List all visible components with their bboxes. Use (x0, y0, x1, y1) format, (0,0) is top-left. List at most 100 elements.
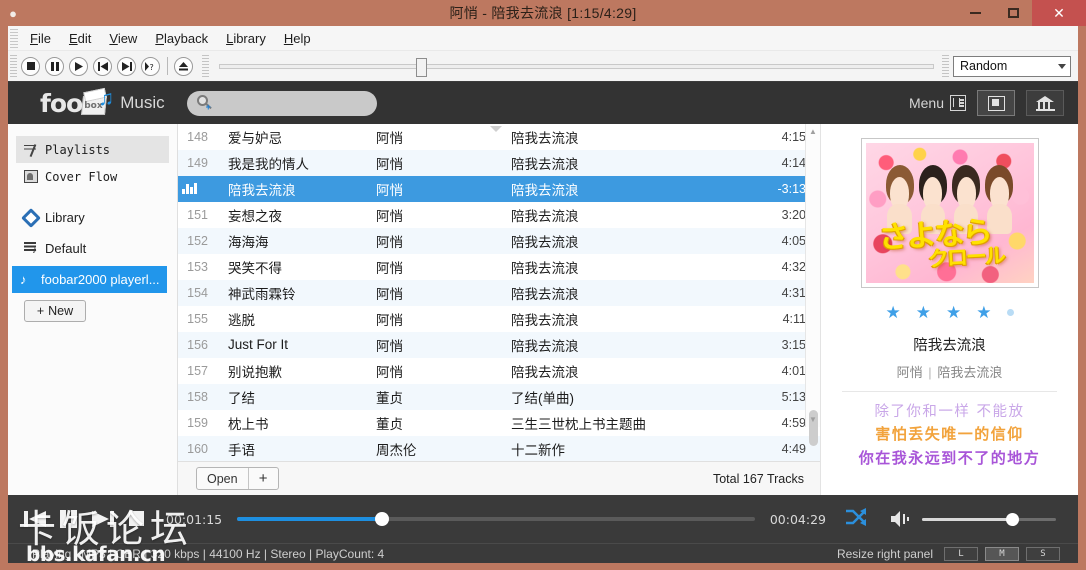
volume-button[interactable] (890, 510, 912, 528)
order-grip[interactable] (942, 55, 949, 77)
row-title: 妄想之夜 (228, 208, 282, 224)
table-row[interactable]: 156 Just For It 阿悄 陪我去流浪 3:15 (178, 332, 820, 358)
play-icon (74, 61, 83, 71)
previous-button[interactable] (93, 56, 112, 76)
volume-slider[interactable] (922, 512, 1056, 526)
menu-item-help[interactable]: Help (275, 28, 320, 49)
close-button[interactable]: ✕ (1032, 0, 1086, 26)
menu-item-library[interactable]: Library (217, 28, 275, 49)
menu-bar: File Edit View Playback Library Help (8, 26, 1078, 51)
table-row[interactable]: 160 手语 周杰伦 十二新作 4:49 (178, 436, 820, 461)
shuffle-icon (846, 507, 866, 526)
menu-icon[interactable] (950, 95, 966, 111)
star-filled-icon[interactable]: ★ (946, 304, 961, 321)
sidebar-item-playlists[interactable]: Playlists (16, 136, 169, 163)
album-art-title-text: さよなら クロール (878, 209, 1022, 272)
sidebar-item-cover-flow[interactable]: Cover Flow (16, 163, 169, 190)
add-files-button[interactable]: + (247, 468, 278, 489)
table-row[interactable]: 154 神武雨霖铃 阿悄 陪我去流浪 4:31 (178, 280, 820, 306)
next-button[interactable] (117, 56, 136, 76)
toolbar-grip[interactable] (10, 55, 17, 77)
table-row[interactable]: 149 我是我的情人 阿悄 陪我去流浪 4:14 (178, 150, 820, 176)
previous-button[interactable] (22, 507, 48, 531)
playlist-rows[interactable]: 148 爱与妒忌 阿悄 陪我去流浪 4:15 149 我是我的情人 阿悄 陪我去… (178, 124, 820, 461)
stop-button[interactable] (21, 56, 40, 76)
volume-fill (922, 517, 1012, 521)
seekbar-grip[interactable] (202, 55, 209, 77)
rating-stars[interactable]: ★ ★ ★ ★ (886, 304, 1014, 321)
maximize-button[interactable] (994, 0, 1032, 26)
stop-button[interactable] (126, 508, 146, 530)
row-album: 陪我去流浪 (511, 208, 579, 224)
minimize-button[interactable] (956, 0, 994, 26)
sidebar-item-label: Cover Flow (45, 169, 118, 184)
row-title: 手语 (228, 442, 255, 458)
resize-large-button[interactable]: L (944, 546, 978, 561)
table-row[interactable]: 151 妄想之夜 阿悄 陪我去流浪 3:20 (178, 202, 820, 228)
resize-small-button[interactable]: S (1026, 546, 1060, 561)
progress-bar[interactable] (237, 512, 755, 526)
play-button[interactable] (69, 56, 88, 76)
album-art-frame[interactable]: さよなら クロール (860, 138, 1039, 288)
music-note-icon: ♪ (20, 272, 27, 287)
search-input[interactable] (205, 96, 377, 110)
row-artist: 周杰伦 (376, 442, 417, 458)
search-box[interactable]: + (186, 90, 377, 116)
logo-music-text: Music (120, 93, 165, 112)
resize-panel-controls: Resize right panel L M S (837, 546, 1060, 561)
scroll-down-icon[interactable]: ▼ (806, 412, 820, 427)
seek-bar[interactable] (219, 57, 934, 77)
new-playlist-button[interactable]: + New (24, 300, 86, 322)
menu-item-edit[interactable]: Edit (60, 28, 100, 49)
music-note-icon: ♫ (98, 87, 114, 110)
playlist-scrollbar[interactable]: ▲ ▼ (805, 124, 820, 446)
pause-button[interactable] (58, 507, 80, 531)
sidebar-item-library[interactable]: Library (16, 204, 169, 231)
table-row-playing[interactable]: 陪我去流浪 阿悄 陪我去流浪 -3:13 (178, 176, 820, 202)
menu-label[interactable]: Menu (909, 95, 944, 111)
eject-button[interactable] (174, 56, 193, 76)
shuffle-button[interactable] (844, 506, 868, 533)
next-button[interactable] (90, 507, 116, 531)
open-button[interactable]: Open (197, 468, 248, 489)
resize-medium-button[interactable]: M (985, 546, 1019, 561)
playback-order-select[interactable]: Random (953, 55, 1071, 77)
star-empty-icon[interactable] (1006, 309, 1014, 316)
row-index: 151 (187, 207, 208, 222)
table-row[interactable]: 155 逃脱 阿悄 陪我去流浪 4:11 (178, 306, 820, 332)
volume-knob[interactable] (1005, 512, 1019, 526)
row-album: 陪我去流浪 (511, 286, 579, 302)
scroll-up-icon[interactable]: ▲ (806, 124, 820, 139)
maximize-icon (1007, 8, 1019, 18)
table-row[interactable]: 153 哭笑不得 阿悄 陪我去流浪 4:32 (178, 254, 820, 280)
pause-button[interactable] (45, 56, 64, 76)
star-filled-icon[interactable]: ★ (916, 304, 931, 321)
menu-bar-grip[interactable] (10, 28, 18, 48)
progress-fill (237, 517, 382, 521)
table-row[interactable]: 159 枕上书 董贞 三生三世枕上书主题曲 4:59 (178, 410, 820, 436)
library-toggle-button[interactable] (1026, 90, 1064, 116)
star-filled-icon[interactable]: ★ (976, 304, 991, 321)
sidebar-item-foobar2000-playerlist[interactable]: ♪ foobar2000 playerl... (12, 266, 167, 293)
row-title: 了结 (228, 390, 255, 406)
row-album: 陪我去流浪 (511, 234, 579, 250)
lyric-line: 除了你和一样 不能放 (874, 404, 1025, 420)
menu-item-file[interactable]: File (21, 28, 60, 49)
table-row[interactable]: 158 了结 董贞 了结(单曲) 5:13 (178, 384, 820, 410)
open-button-group[interactable]: Open + (196, 467, 279, 490)
sidebar-item-default[interactable]: Default (16, 235, 169, 262)
plus-icon: + (36, 304, 45, 318)
album-art-text-line2: クロール (927, 243, 1005, 272)
lyrics-panel: 除了你和一样 不能放 害怕丢失唯一的信仰 你在我永远到不了的地方 (821, 401, 1078, 470)
menu-item-view[interactable]: View (100, 28, 146, 49)
table-row[interactable]: 152 海海海 阿悄 陪我去流浪 4:05 (178, 228, 820, 254)
row-album: 陪我去流浪 (511, 338, 579, 354)
seek-bar-thumb[interactable] (416, 57, 428, 77)
layout-toggle-button[interactable] (977, 90, 1015, 116)
star-filled-icon[interactable]: ★ (886, 304, 901, 321)
table-row[interactable]: 157 别说抱歉 阿悄 陪我去流浪 4:01 (178, 358, 820, 384)
random-track-button[interactable]: ? (141, 56, 160, 76)
progress-knob[interactable] (374, 512, 389, 526)
menu-item-playback[interactable]: Playback (146, 28, 217, 49)
eject-icon (179, 61, 188, 70)
